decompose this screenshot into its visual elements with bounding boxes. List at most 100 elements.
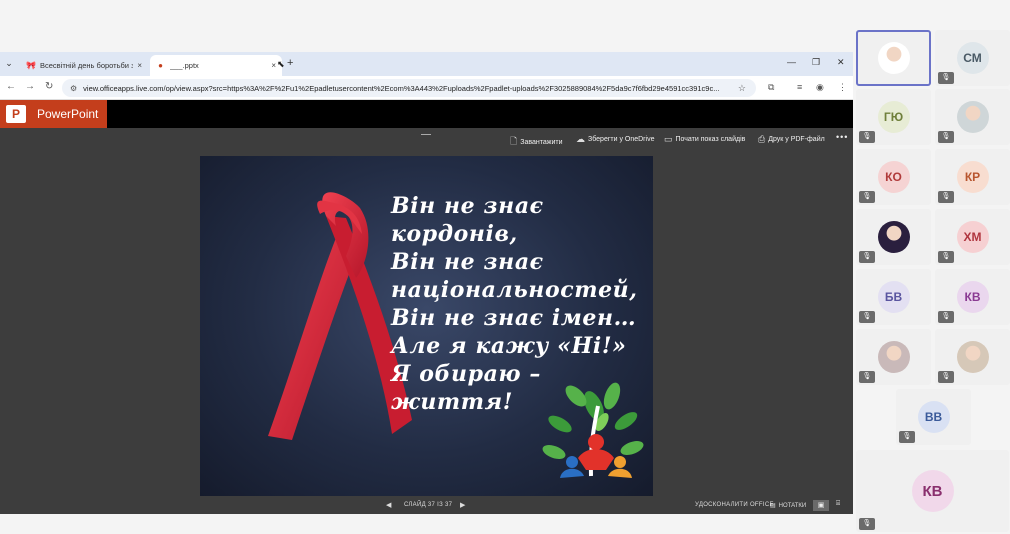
browser-tab-2[interactable]: ● ___.pptx × xyxy=(150,55,282,76)
profile-icon[interactable]: ◉ xyxy=(816,82,824,93)
mic-off-icon: 🎙 xyxy=(938,371,954,383)
plant-emblem-icon xyxy=(542,382,644,478)
url-text: view.officeapps.live.com/op/view.aspx?sr… xyxy=(83,83,720,93)
avatar: БВ xyxy=(877,281,910,313)
new-tab-button[interactable]: + xyxy=(287,57,293,69)
toolbar-divider xyxy=(421,134,431,135)
print-pdf-button[interactable]: ⎙ Друк у PDF-файл xyxy=(758,134,825,145)
forward-icon[interactable]: → xyxy=(25,81,35,92)
avatar xyxy=(956,101,989,133)
mic-off-icon: 🎙 xyxy=(938,72,954,84)
participant-tile[interactable]: 🎙 xyxy=(935,89,1010,145)
participant-tile[interactable]: 🎙 xyxy=(856,209,931,265)
slide-counter: СЛАЙД 37 ІЗ 37 xyxy=(404,502,453,508)
avatar: КВ xyxy=(956,281,989,313)
mic-off-icon: 🎙 xyxy=(938,311,954,323)
close-icon[interactable]: × xyxy=(137,61,142,70)
mic-off-icon: 🎙 xyxy=(938,251,954,263)
more-options-icon[interactable]: ••• xyxy=(836,132,848,142)
participant-tile[interactable]: ХМ 🎙 xyxy=(935,209,1010,265)
participant-tile[interactable]: БВ 🎙 xyxy=(856,269,931,325)
cloud-icon: ☁ xyxy=(576,134,585,144)
browser-tab-1[interactable]: 🎀 Всесвітній день боротьби зі С × xyxy=(20,55,148,76)
mic-off-icon: 🎙 xyxy=(899,431,915,443)
powerpoint-favicon-icon: ● xyxy=(158,61,163,70)
avatar xyxy=(877,341,910,373)
slideshow-view-icon[interactable]: ⌸ xyxy=(836,500,840,508)
notes-icon: ▤ xyxy=(770,503,776,509)
mic-off-icon: 🎙 xyxy=(859,518,875,530)
avatar: ХМ xyxy=(956,221,989,253)
powerpoint-brand[interactable]: P PowerPoint xyxy=(0,100,107,128)
reload-icon[interactable]: ↻ xyxy=(45,81,53,92)
participant-tile-large[interactable]: КВ 🎙 xyxy=(856,450,1009,532)
viewer-status-bar: ◀ СЛАЙД 37 ІЗ 37 ▶ УДОСКОНАЛИТИ OFFICE ▤… xyxy=(0,498,853,514)
window-close-button[interactable]: ✕ xyxy=(837,57,845,68)
bookmark-star-icon[interactable]: ☆ xyxy=(738,83,746,94)
mic-off-icon: 🎙 xyxy=(859,191,875,203)
meeting-window: ⌄ 🎀 Всесвітній день боротьби зі С × ● __… xyxy=(0,0,1010,534)
close-icon[interactable]: × xyxy=(271,61,276,70)
participant-tile[interactable]: 🎙 xyxy=(935,329,1010,385)
powerpoint-logo-icon: P xyxy=(6,105,26,123)
browser-tab-strip: ⌄ 🎀 Всесвітній день боротьби зі С × ● __… xyxy=(0,52,853,76)
media-icon[interactable]: ≡ xyxy=(797,82,802,92)
participant-tile[interactable]: КВ 🎙 xyxy=(935,269,1010,325)
powerpoint-header: P PowerPoint xyxy=(0,100,853,128)
avatar: КВ xyxy=(911,470,954,512)
mic-off-icon: 🎙 xyxy=(859,251,875,263)
previous-slide-button[interactable]: ◀ xyxy=(386,501,391,509)
slide-line: Він не знає xyxy=(391,249,544,275)
avatar: ВВ xyxy=(917,401,950,433)
save-onedrive-button[interactable]: ☁ Зберегти у OneDrive xyxy=(576,134,654,145)
app-name: PowerPoint xyxy=(37,107,99,121)
notes-button[interactable]: ▤ НОТАТКИ xyxy=(770,502,806,510)
shared-screen: ⌄ 🎀 Всесвітній день боротьби зі С × ● __… xyxy=(0,52,853,514)
maximize-button[interactable]: ❐ xyxy=(812,57,820,68)
chevron-down-icon[interactable]: ⌄ xyxy=(2,56,16,70)
participant-tile[interactable]: ВВ 🎙 xyxy=(896,389,971,445)
avatar: КР xyxy=(956,161,989,193)
participant-tile[interactable]: СМ 🎙 xyxy=(935,30,1010,86)
presentation-icon: ▭ xyxy=(664,134,673,144)
tab-label: ___.pptx xyxy=(170,61,199,70)
avatar xyxy=(956,341,989,373)
download-icon: 🗋 xyxy=(510,136,518,146)
slide-line: кордонів, xyxy=(391,221,518,247)
avatar: КО xyxy=(877,161,910,193)
next-slide-button[interactable]: ▶ xyxy=(460,501,465,509)
normal-view-icon[interactable]: ▣ xyxy=(813,500,829,511)
start-slideshow-button[interactable]: ▭ Почати показ слайдів xyxy=(664,134,745,145)
slide-line: національностей, xyxy=(391,277,638,303)
mouse-cursor-icon: ⬉ xyxy=(277,59,285,69)
participant-tile[interactable] xyxy=(856,30,931,86)
slide-line: Він не знає імен… xyxy=(391,305,637,331)
mic-off-icon: 🎙 xyxy=(859,311,875,323)
participant-tile[interactable]: ГЮ 🎙 xyxy=(856,89,931,145)
browser-address-bar: ← → ↻ ⚙ view.officeapps.live.com/op/view… xyxy=(0,76,853,100)
mic-off-icon: 🎙 xyxy=(938,131,954,143)
printer-icon: ⎙ xyxy=(758,134,766,144)
avatar xyxy=(877,42,910,74)
url-input[interactable]: ⚙ view.officeapps.live.com/op/view.aspx?… xyxy=(62,79,756,97)
site-info-icon[interactable]: ⚙ xyxy=(70,84,77,93)
mic-off-icon: 🎙 xyxy=(859,131,875,143)
download-button[interactable]: 🗋 Завантажити xyxy=(510,134,563,150)
avatar: ГЮ xyxy=(877,101,910,133)
improve-office-link[interactable]: УДОСКОНАЛИТИ OFFICE xyxy=(695,502,774,508)
back-icon[interactable]: ← xyxy=(6,81,16,92)
participant-tile[interactable]: КО 🎙 xyxy=(856,149,931,205)
slide: Він не знає кордонів, Він не знає націон… xyxy=(200,156,653,496)
mic-off-icon: 🎙 xyxy=(859,371,875,383)
minimize-button[interactable]: — xyxy=(787,57,796,67)
browser-menu-icon[interactable]: ⋮ xyxy=(838,82,847,93)
tab-label: Всесвітній день боротьби зі С xyxy=(40,61,134,70)
participant-tile[interactable]: КР 🎙 xyxy=(935,149,1010,205)
avatar: СМ xyxy=(956,42,989,74)
avatar xyxy=(877,221,910,253)
slide-line: Але я кажу «Ні!» xyxy=(391,333,627,359)
slide-viewer: 🗋 Завантажити ☁ Зберегти у OneDrive ▭ По… xyxy=(0,128,853,514)
participant-tile[interactable]: 🎙 xyxy=(856,329,931,385)
extensions-icon[interactable]: ⧉ xyxy=(768,82,774,93)
ribbon-favicon-icon: 🎀 xyxy=(26,61,36,70)
